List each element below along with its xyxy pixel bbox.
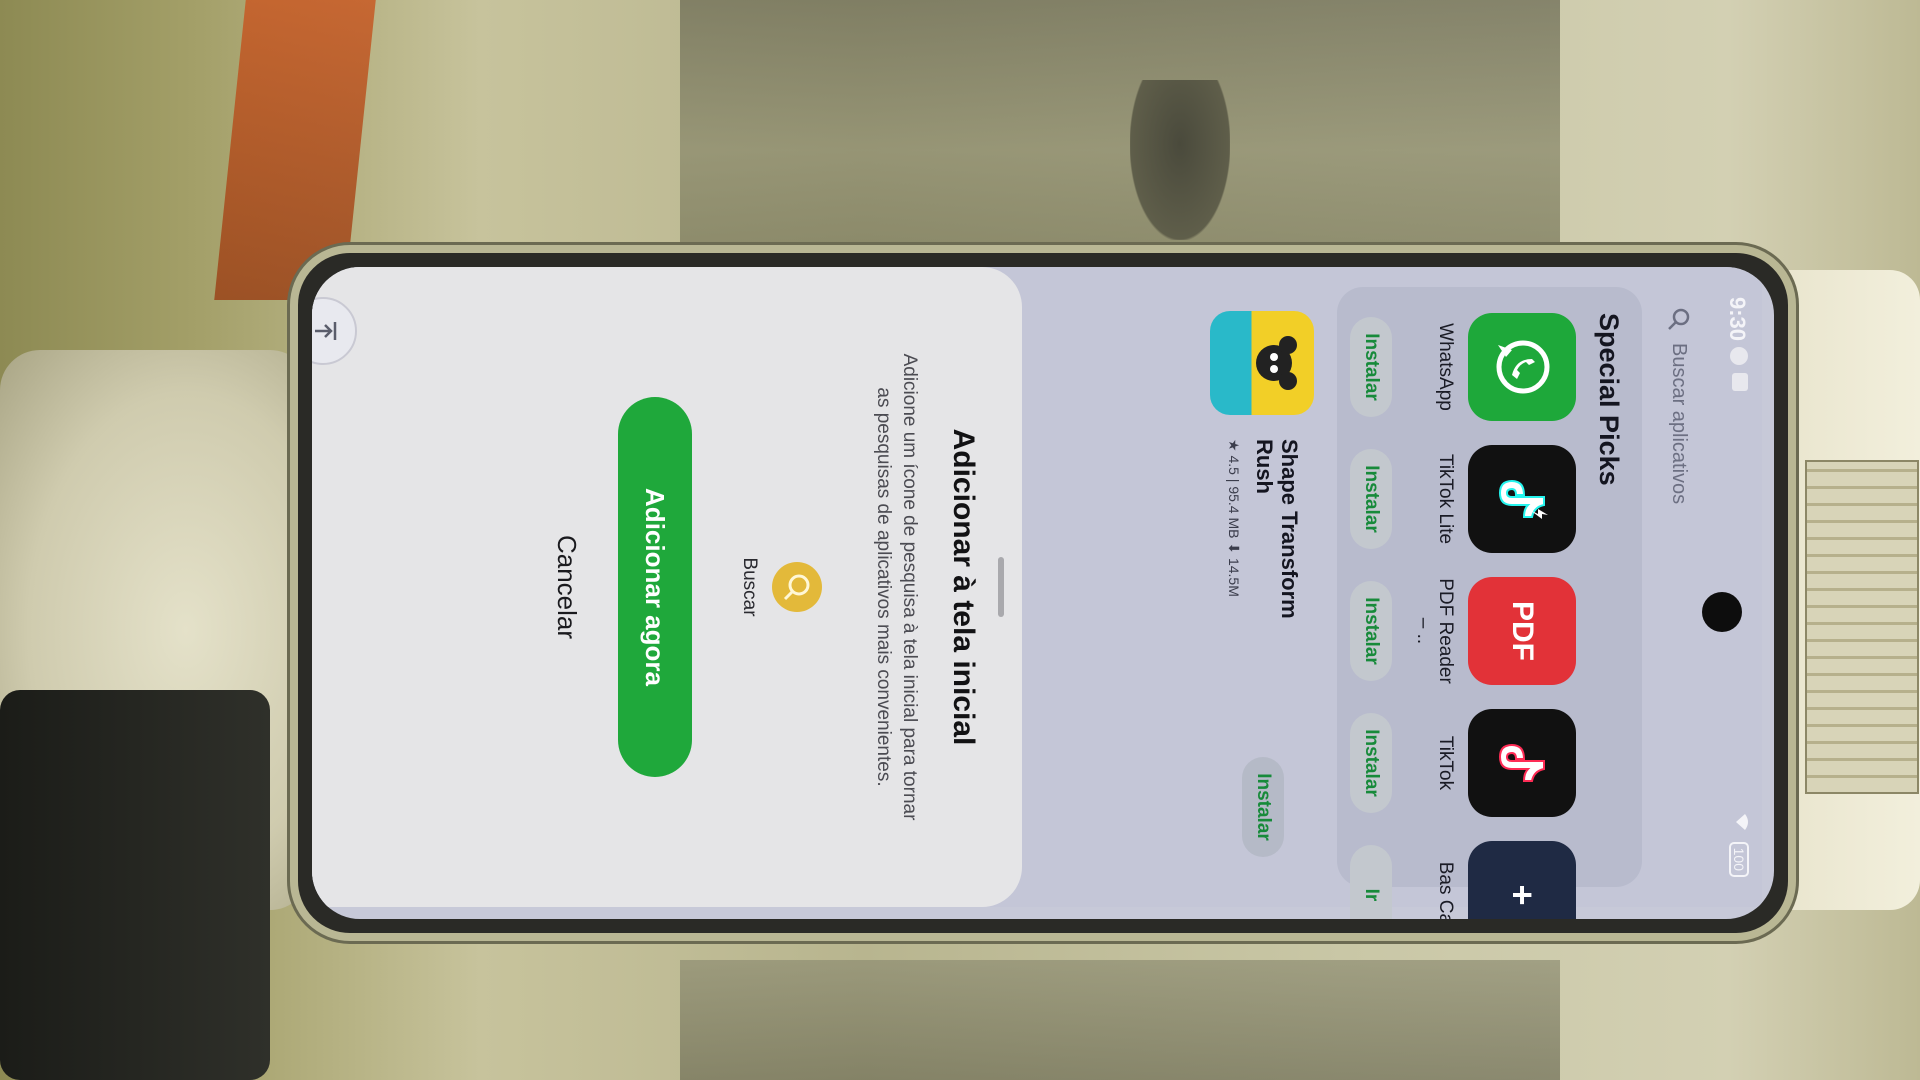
install-button[interactable]: Ir [1350,845,1392,919]
app-tiktok[interactable]: TikTok Instalar [1350,709,1576,817]
app-whatsapp[interactable]: WhatsApp Instalar [1350,313,1576,421]
cancel-button[interactable]: Cancelar [551,267,582,907]
install-button[interactable]: Instalar [1350,713,1392,813]
search-bar[interactable]: Buscar aplicativos [1652,287,1706,867]
special-picks-list: WhatsApp Instalar TikTok Lite Instalar P… [1350,313,1576,919]
search-icon [1667,307,1691,331]
notification-icon [1732,373,1748,391]
status-bar: 9:30 100 [1712,267,1762,907]
install-button[interactable]: Instalar [1350,581,1392,681]
status-notification-icons [1730,347,1748,391]
add-to-home-sheet: Adicionar à tela inicial Adicione um íco… [312,267,1022,907]
app-name: TikTok Lite [1435,453,1456,545]
featured-app-name: Shape Transform Rush [1252,439,1302,619]
app-name: TikTok [1435,735,1456,791]
whatsapp-icon [1468,313,1576,421]
phone-device: 9:30 100 Buscar aplicativos Special Pick… [290,245,1796,941]
battery-icon: 100 [1729,841,1750,877]
app-name: PDF Reader – .. [1413,578,1456,684]
arrow-up-icon [312,318,340,344]
status-time: 9:30 [1725,297,1750,342]
front-camera [1702,592,1742,632]
featured-app-row[interactable]: Shape Transform Rush ★ 4.5 | 95.4 MB ⬇ 1… [1194,287,1324,887]
tiktok-icon [1468,709,1576,817]
pdf-icon: PDF [1468,577,1576,685]
special-picks-title: Special Picks [1594,313,1624,486]
app-name: WhatsApp [1435,323,1456,411]
shape-transform-rush-icon [1210,311,1314,415]
featured-app-meta: ★ 4.5 | 95.4 MB ⬇ 14.5M [1226,439,1242,597]
background-reflection [1130,80,1230,240]
sheet-title: Adicionar à tela inicial [947,428,980,746]
special-picks-card: Special Picks WhatsApp Instalar TikTok L… [1337,287,1642,919]
app-pdf-reader[interactable]: PDF PDF Reader – .. Instalar [1350,577,1576,685]
portrait-screen: 9:30 100 Buscar aplicativos Special Pick… [312,267,1762,919]
app-name: Bas Cal [1435,861,1456,919]
search-shortcut-label: Buscar [739,557,760,617]
background-shelf-lower [680,960,1560,1080]
sheet-description: Adicione um ícone de pesquisa à tela ini… [873,353,920,821]
install-button[interactable]: Instalar [1350,449,1392,549]
app-store-view: 9:30 100 Buscar aplicativos Special Pick… [312,267,1762,919]
install-button[interactable]: Instalar [1242,757,1284,857]
search-shortcut-icon [772,562,822,612]
wifi-icon [1729,812,1750,832]
calculator-icon: + [1468,841,1576,919]
tiktok-lite-icon [1468,445,1576,553]
install-button[interactable]: Instalar [1350,317,1392,417]
status-right: 100 [1729,812,1750,877]
add-now-button[interactable]: Adicionar agora [618,397,692,777]
app-tiktok-lite[interactable]: TikTok Lite Instalar [1350,445,1576,553]
phone-screen: 9:30 100 Buscar aplicativos Special Pick… [312,267,1774,919]
app-basic-calculator[interactable]: + Bas Cal Ir [1350,841,1576,919]
search-placeholder: Buscar aplicativos [1668,343,1691,505]
notification-icon [1730,347,1748,365]
sheet-drag-handle[interactable] [998,557,1004,617]
background-dark-object [0,690,270,1080]
background-label-sticker [1805,460,1919,794]
background-shelf [680,0,1560,250]
